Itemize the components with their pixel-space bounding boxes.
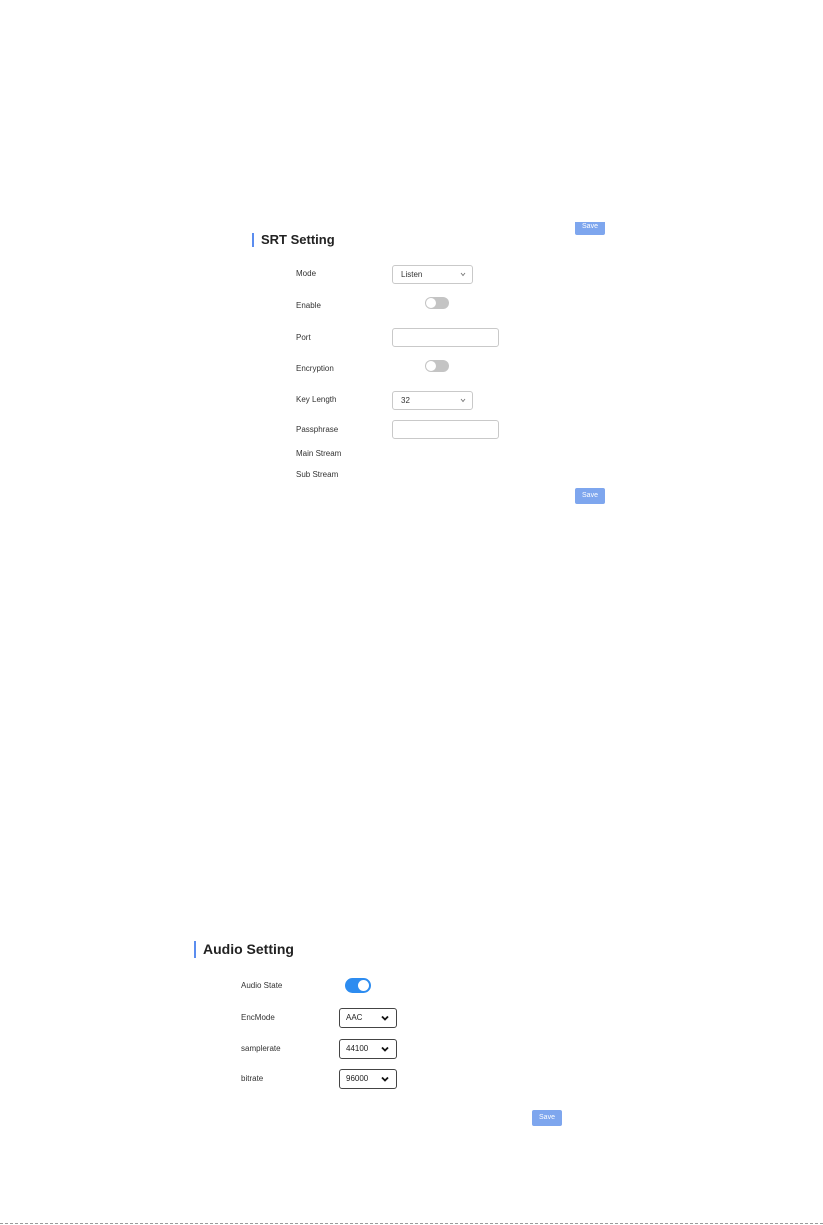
key-length-select-value: 32 bbox=[401, 396, 410, 405]
mode-select[interactable]: Listen bbox=[392, 265, 473, 284]
passphrase-label: Passphrase bbox=[296, 425, 339, 434]
toggle-knob bbox=[426, 361, 436, 371]
mode-select-value: Listen bbox=[401, 270, 423, 279]
chevron-down-icon bbox=[380, 1070, 390, 1088]
encmode-label: EncMode bbox=[241, 1013, 275, 1022]
page-bottom-divider bbox=[0, 1223, 823, 1224]
chevron-down-icon bbox=[460, 266, 466, 290]
toggle-knob bbox=[426, 298, 436, 308]
passphrase-input[interactable] bbox=[392, 420, 499, 439]
bitrate-select[interactable]: 96000 bbox=[339, 1069, 397, 1089]
audio-section-title: Audio Setting bbox=[194, 941, 294, 958]
toggle-knob bbox=[358, 980, 369, 991]
key-length-select[interactable]: 32 bbox=[392, 391, 473, 410]
samplerate-label: samplerate bbox=[241, 1044, 281, 1053]
audio-save-button[interactable]: Save bbox=[532, 1110, 562, 1126]
audio-state-label: Audio State bbox=[241, 981, 283, 990]
bitrate-select-value: 96000 bbox=[346, 1074, 369, 1083]
encmode-select-value: AAC bbox=[346, 1013, 363, 1022]
enable-label: Enable bbox=[296, 301, 321, 310]
chevron-down-icon bbox=[460, 392, 466, 416]
srt-save-button[interactable]: Save bbox=[575, 488, 605, 504]
encryption-toggle[interactable] bbox=[425, 360, 449, 372]
chevron-down-icon bbox=[380, 1009, 390, 1027]
port-input[interactable] bbox=[392, 328, 499, 347]
srt-top-save-button[interactable]: Save bbox=[575, 222, 605, 235]
key-length-label: Key Length bbox=[296, 395, 337, 404]
sub-stream-label: Sub Stream bbox=[296, 470, 339, 479]
samplerate-select-value: 44100 bbox=[346, 1044, 369, 1053]
audio-state-toggle[interactable] bbox=[345, 978, 371, 993]
encmode-select[interactable]: AAC bbox=[339, 1008, 397, 1028]
samplerate-select[interactable]: 44100 bbox=[339, 1039, 397, 1059]
srt-section-title: SRT Setting bbox=[252, 233, 335, 247]
main-stream-label: Main Stream bbox=[296, 449, 342, 458]
port-label: Port bbox=[296, 333, 311, 342]
encryption-label: Encryption bbox=[296, 364, 334, 373]
chevron-down-icon bbox=[380, 1040, 390, 1058]
bitrate-label: bitrate bbox=[241, 1074, 264, 1083]
mode-label: Mode bbox=[296, 269, 317, 278]
enable-toggle[interactable] bbox=[425, 297, 449, 309]
